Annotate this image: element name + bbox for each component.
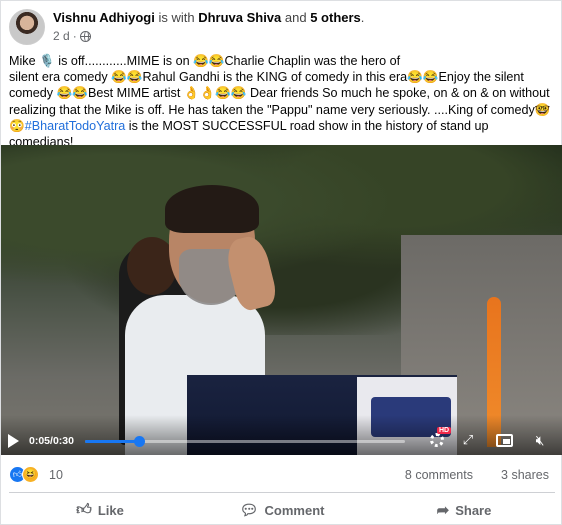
post-text-line: Mike 🎙️ is off............MIME is on 😂😂C… — [9, 54, 401, 68]
others-link[interactable]: 5 others — [310, 10, 361, 25]
shares-count[interactable]: 3 shares — [501, 468, 549, 482]
video-player[interactable]: 0:05 / 0:30 HD ⤢ 🔇︎ — [1, 145, 562, 455]
reaction-count[interactable]: 10 — [49, 468, 63, 482]
post-text-line: silent era comedy 😂😂Rahul Gandhi is the … — [9, 70, 524, 85]
hashtag-link[interactable]: #BharatTodoYatra — [25, 119, 126, 133]
header-period: . — [360, 10, 365, 25]
pip-icon — [495, 433, 513, 447]
current-time: 0:05 — [29, 435, 51, 447]
expand-icon: ⤢ — [462, 432, 474, 447]
thumbs-up-icon: 👍︎ — [76, 501, 92, 518]
facebook-post: Vishnu Adhiyogi is with Dhruva Shiva and… — [0, 0, 562, 525]
post-text-line: comedy 😂😂Best MIME artist 👌👌😂😂 Dear frie… — [9, 86, 550, 101]
volume-muted-icon: 🔇︎ — [535, 431, 545, 448]
globe-icon[interactable] — [79, 30, 91, 42]
like-label: Like — [97, 502, 124, 518]
post-timestamp[interactable]: 2 d — [53, 29, 70, 43]
author-name[interactable]: Vishnu Adhiyogi — [53, 10, 155, 25]
like-button[interactable]: 👍︎ Like — [9, 497, 191, 523]
play-button[interactable] — [8, 432, 19, 450]
comments-count[interactable]: 8 comments — [405, 468, 473, 482]
fullscreen-button[interactable]: ⤢ — [457, 429, 479, 451]
meta-separator: · — [72, 29, 77, 43]
gear-icon — [430, 433, 444, 447]
picture-in-picture-button[interactable] — [493, 429, 515, 451]
reactions-bar: 👍︎ 😆 10 8 comments 3 shares — [9, 465, 555, 485]
duration: 0:30 — [52, 435, 74, 447]
with-text: is with — [154, 10, 199, 25]
hd-badge: HD — [437, 427, 452, 434]
flushed-emoji: 😳 — [9, 118, 25, 133]
share-arrow-icon: ➦ — [436, 502, 450, 519]
post-header: Vishnu Adhiyogi is with Dhruva Shiva and… — [9, 7, 549, 47]
post-header-line: Vishnu Adhiyogi is with Dhruva Shiva and… — [53, 10, 364, 25]
mute-button[interactable]: 🔇︎ — [529, 429, 551, 451]
comment-button[interactable]: 💬︎ Comment — [191, 497, 373, 523]
video-frame-speaker-hair — [165, 185, 259, 233]
comment-bubble-icon: 💬︎ — [239, 502, 259, 519]
progress-track[interactable] — [85, 436, 405, 447]
tagged-name[interactable]: Dhruva Shiva — [198, 10, 281, 25]
post-meta: 2 d · — [53, 29, 91, 43]
post-actions: 👍︎ Like 💬︎ Comment ➦ Share — [9, 497, 555, 523]
comment-label: Comment — [264, 502, 325, 518]
post-text: Mike 🎙️ is off............MIME is on 😂😂C… — [9, 53, 555, 150]
post-text-line: realizing that the Mike is off. He has t… — [9, 102, 551, 117]
author-avatar[interactable] — [9, 9, 45, 45]
share-label: Share — [455, 502, 492, 518]
actions-divider — [9, 492, 555, 493]
and-text: and — [281, 10, 311, 25]
reaction-icons[interactable]: 👍︎ 😆 — [9, 466, 39, 483]
video-time: 0:05 / 0:30 — [29, 432, 74, 450]
progress-fill — [85, 440, 140, 443]
share-button[interactable]: ➦ Share — [373, 497, 555, 523]
play-icon — [8, 434, 19, 448]
haha-reaction-icon: 😆 — [22, 466, 39, 483]
